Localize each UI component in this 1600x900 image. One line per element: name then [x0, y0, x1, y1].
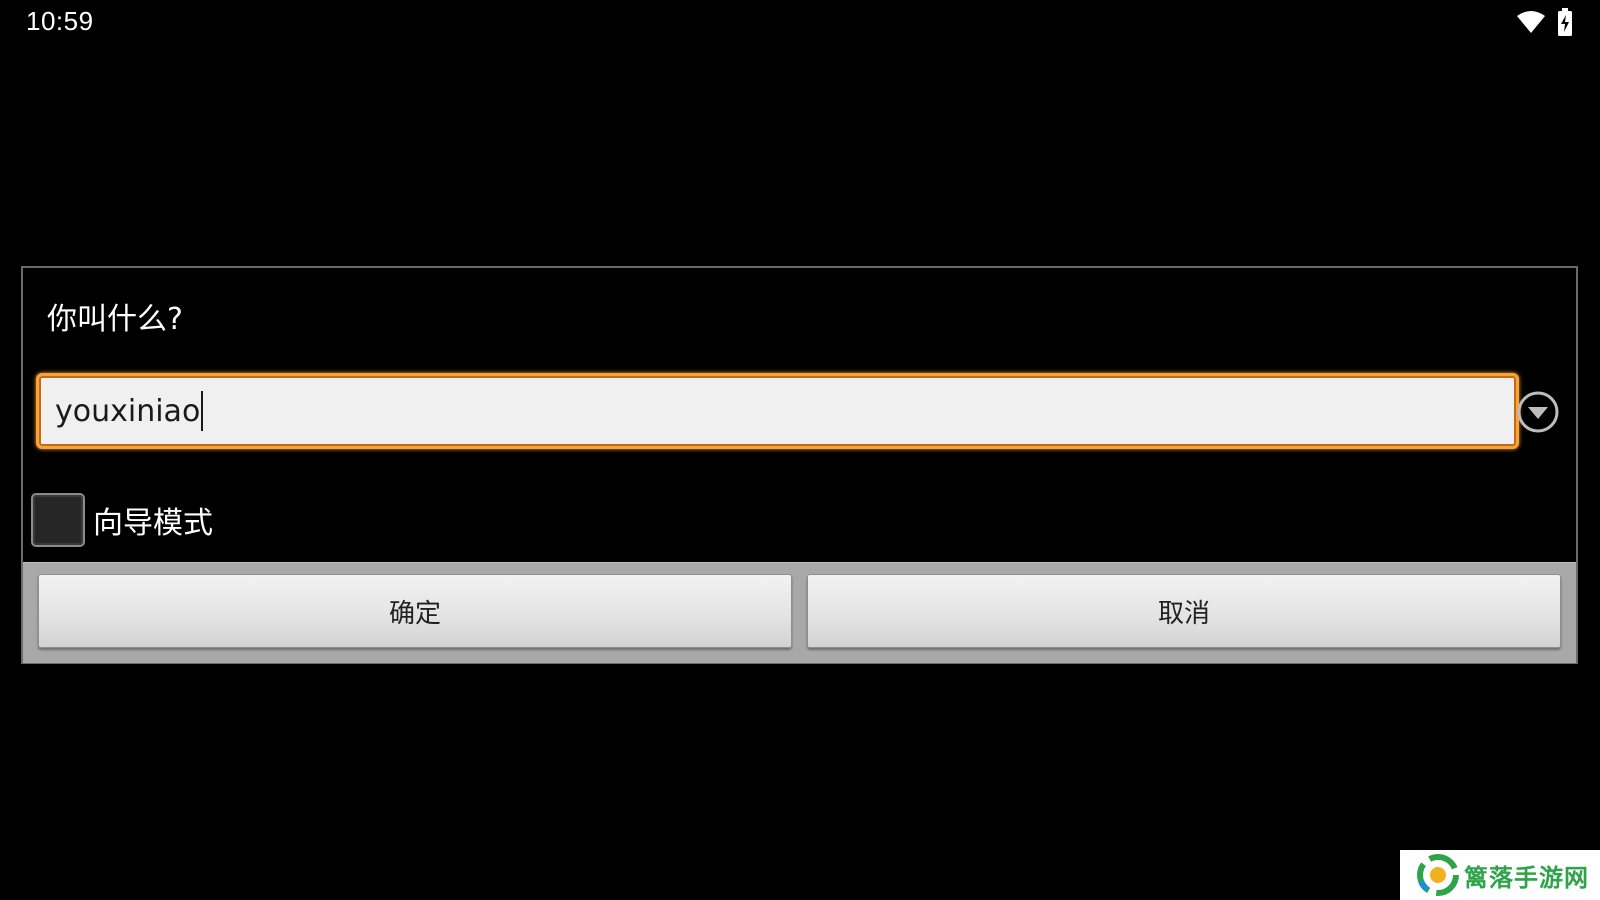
wifi-icon [1517, 11, 1545, 33]
watermark-text: 篱落手游网 [1464, 863, 1589, 892]
wizard-mode-checkbox[interactable] [31, 493, 85, 547]
chevron-down-circle-icon[interactable] [1516, 390, 1560, 434]
site-logo-icon [1417, 854, 1459, 896]
dialog-button-bar: 确定 取消 [23, 562, 1576, 663]
name-input[interactable] [36, 373, 1519, 449]
cancel-button[interactable]: 取消 [807, 574, 1561, 648]
watermark: 篱落手游网 [1400, 850, 1600, 900]
dialog-title: 你叫什么? [47, 302, 183, 337]
status-time: 10:59 [26, 6, 94, 36]
battery-charging-icon [1558, 8, 1572, 36]
wizard-mode-label: 向导模式 [93, 506, 213, 541]
ok-button[interactable]: 确定 [38, 574, 792, 648]
wizard-mode-row[interactable]: 向导模式 [31, 490, 213, 550]
name-dialog: 你叫什么? youxiniao 向导模式 确定 取消 [21, 266, 1578, 664]
status-bar: 10:59 [0, 0, 1600, 44]
